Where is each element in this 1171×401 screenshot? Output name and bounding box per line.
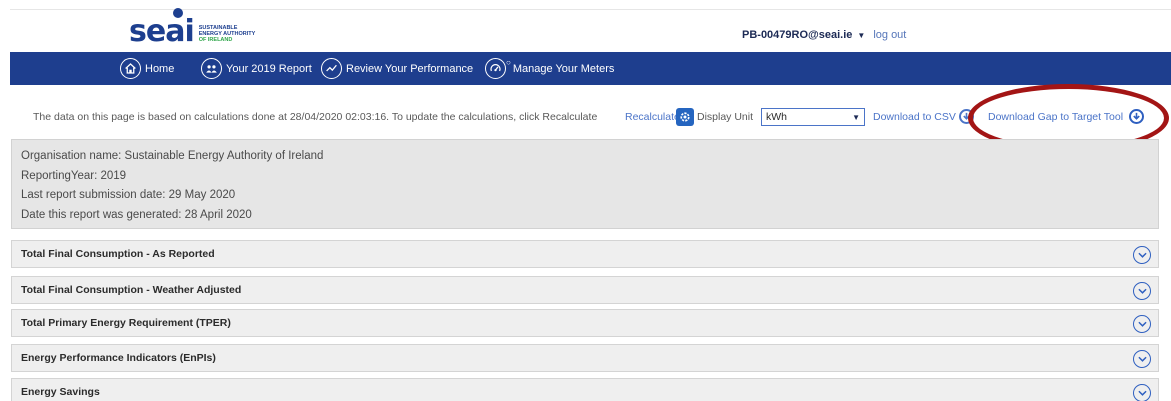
logout-link[interactable]: log out	[873, 29, 906, 41]
section-tper[interactable]: Total Primary Energy Requirement (TPER)	[11, 309, 1159, 337]
section-total-final-consumption-weather[interactable]: Total Final Consumption - Weather Adjust…	[11, 276, 1159, 304]
reporting-year: ReportingYear: 2019	[21, 169, 127, 182]
nav-item-label: Manage Your Meters	[512, 62, 615, 75]
download-gap-to-target-link[interactable]: Download Gap to Target Tool	[988, 111, 1123, 123]
calculation-info-text: The data on this page is based on calcul…	[33, 111, 598, 123]
chevron-down-icon[interactable]	[1133, 350, 1151, 368]
download-icon[interactable]	[959, 109, 974, 124]
nav-item-label: Your 2019 Report	[226, 62, 312, 75]
unit-select-value: kWh	[766, 111, 787, 123]
seai-logo[interactable]: seai SUSTAINABLE ENERGY AUTHORITY OF IRE…	[129, 8, 255, 49]
chevron-down-icon[interactable]	[1133, 282, 1151, 300]
recalculate-icon[interactable]	[676, 108, 694, 126]
logo-dot	[173, 8, 183, 18]
meter-icon	[485, 58, 506, 79]
chevron-down-icon: ▼	[852, 112, 860, 122]
section-title: Energy Performance Indicators (EnPIs)	[21, 352, 216, 364]
section-energy-savings[interactable]: Energy Savings	[11, 378, 1159, 401]
report-icon	[201, 58, 222, 79]
nav-item-meters[interactable]: ○ Manage Your Meters	[485, 52, 614, 85]
display-unit-label: Display Unit	[697, 111, 754, 123]
logo-sub-line-3: OF IRELAND	[198, 37, 233, 43]
section-title: Total Final Consumption - Weather Adjust…	[21, 284, 242, 296]
nav-item-report[interactable]: Your 2019 Report	[201, 52, 312, 85]
account-area: PB-00479RO@seai.ie ▼ log out	[742, 29, 906, 41]
chevron-down-icon[interactable]: ▼	[857, 31, 865, 40]
download-icon[interactable]	[1129, 109, 1144, 124]
recalculate-link[interactable]: Recalculate	[625, 111, 680, 123]
section-title: Energy Savings	[21, 386, 100, 398]
user-email-menu[interactable]: PB-00479RO@seai.ie	[742, 29, 852, 41]
organisation-name: Organisation name: Sustainable Energy Au…	[21, 150, 324, 162]
info-bar: The data on this page is based on calcul…	[0, 107, 1171, 127]
section-total-final-consumption-reported[interactable]: Total Final Consumption - As Reported	[11, 240, 1159, 268]
last-submission-date: Last report submission date: 29 May 2020	[21, 189, 236, 201]
meter-badge-icon: ○	[506, 58, 511, 67]
report-generated-date: Date this report was generated: 28 April…	[21, 208, 252, 221]
chart-icon	[321, 58, 342, 79]
nav-item-performance[interactable]: Review Your Performance	[321, 52, 473, 85]
chevron-down-icon[interactable]	[1133, 315, 1151, 333]
home-icon	[120, 58, 141, 79]
nav-item-home[interactable]: Home	[120, 52, 174, 85]
chevron-down-icon[interactable]	[1133, 384, 1151, 401]
organisation-info-panel: Organisation name: Sustainable Energy Au…	[11, 139, 1159, 229]
download-csv-link[interactable]: Download to CSV	[873, 111, 956, 123]
display-unit-select[interactable]: kWh ▼	[761, 108, 865, 126]
nav-item-label: Home	[145, 62, 175, 75]
section-title: Total Primary Energy Requirement (TPER)	[21, 317, 231, 329]
nav-item-label: Review Your Performance	[346, 62, 474, 75]
top-divider	[10, 9, 1171, 10]
logo-word: seai	[129, 14, 195, 49]
section-title: Total Final Consumption - As Reported	[21, 248, 215, 260]
main-nav: Home Your 2019 Report Review Your Perfor…	[10, 52, 1171, 85]
section-enpis[interactable]: Energy Performance Indicators (EnPIs)	[11, 344, 1159, 372]
chevron-down-icon[interactable]	[1133, 246, 1151, 264]
